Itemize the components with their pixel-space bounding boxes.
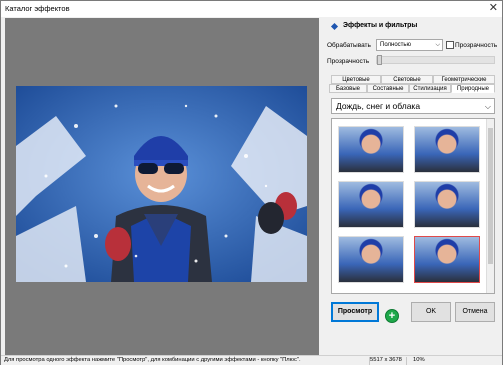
effect-thumbnail[interactable] — [414, 126, 480, 173]
status-bar: Для просмотра одного эффекта нажмите "Пр… — [1, 355, 502, 365]
effect-thumbnail[interactable] — [338, 181, 404, 228]
gallery-scrollbar-thumb[interactable] — [488, 128, 493, 264]
chevron-down-icon: ⌵ — [484, 102, 491, 111]
cancel-button[interactable]: Отмена — [455, 302, 495, 322]
tab-basic[interactable]: Базовые — [329, 84, 367, 93]
status-separator — [406, 357, 407, 365]
effect-thumbnail[interactable] — [338, 236, 404, 283]
category-select[interactable]: Дождь, снег и облака ⌵ — [331, 98, 495, 114]
preview-area — [5, 18, 319, 355]
process-label: Обрабатывать — [327, 42, 371, 49]
transparency-slider-thumb[interactable] — [377, 55, 382, 65]
chevron-down-icon: ⌵ — [435, 42, 440, 48]
tab-stylization[interactable]: Стилизация — [409, 84, 451, 93]
effects-catalog-window: Каталог эффектов ✕ Эффекты и фильтры Обр… — [0, 0, 503, 365]
effect-thumbnail[interactable] — [338, 126, 404, 173]
preview-button[interactable]: Просмотр — [331, 302, 379, 322]
preview-photo — [16, 86, 307, 282]
status-hint: Для просмотра одного эффекта нажмите "Пр… — [4, 357, 301, 363]
effects-gallery — [331, 118, 495, 294]
transparency-slider[interactable] — [376, 56, 495, 64]
process-select-value: Полностью — [380, 42, 412, 48]
transparency-checkbox[interactable] — [446, 41, 454, 49]
close-icon[interactable]: ✕ — [489, 2, 498, 14]
tab-light[interactable]: Световые — [381, 75, 433, 84]
tab-composite[interactable]: Составные — [367, 84, 409, 93]
effect-thumbnail[interactable] — [414, 181, 480, 228]
title-bar: Каталог эффектов ✕ — [1, 1, 502, 17]
plus-button[interactable]: + — [385, 309, 399, 323]
status-zoom: 10% — [413, 357, 425, 363]
window-title: Каталог эффектов — [5, 4, 70, 13]
gallery-scrollbar[interactable] — [486, 119, 494, 293]
ok-button[interactable]: OK — [411, 302, 451, 322]
transparency-label: Прозрачность — [327, 58, 370, 65]
transparency-checkbox-label: Прозрачность — [455, 42, 498, 49]
tab-natural[interactable]: Природные — [451, 84, 495, 93]
process-select[interactable]: Полностью ⌵ — [376, 39, 443, 51]
status-dimensions: 5517 x 3678 — [370, 357, 402, 363]
effects-panel: Эффекты и фильтры Обрабатывать Полностью… — [323, 18, 502, 355]
panel-title: Эффекты и фильтры — [343, 22, 418, 29]
diamond-icon — [330, 22, 339, 31]
tab-geometric[interactable]: Геометрические — [433, 75, 495, 84]
effect-thumbnail-selected[interactable] — [414, 236, 480, 283]
category-select-value: Дождь, снег и облака — [336, 101, 421, 111]
tab-color[interactable]: Цветовые — [331, 75, 381, 84]
